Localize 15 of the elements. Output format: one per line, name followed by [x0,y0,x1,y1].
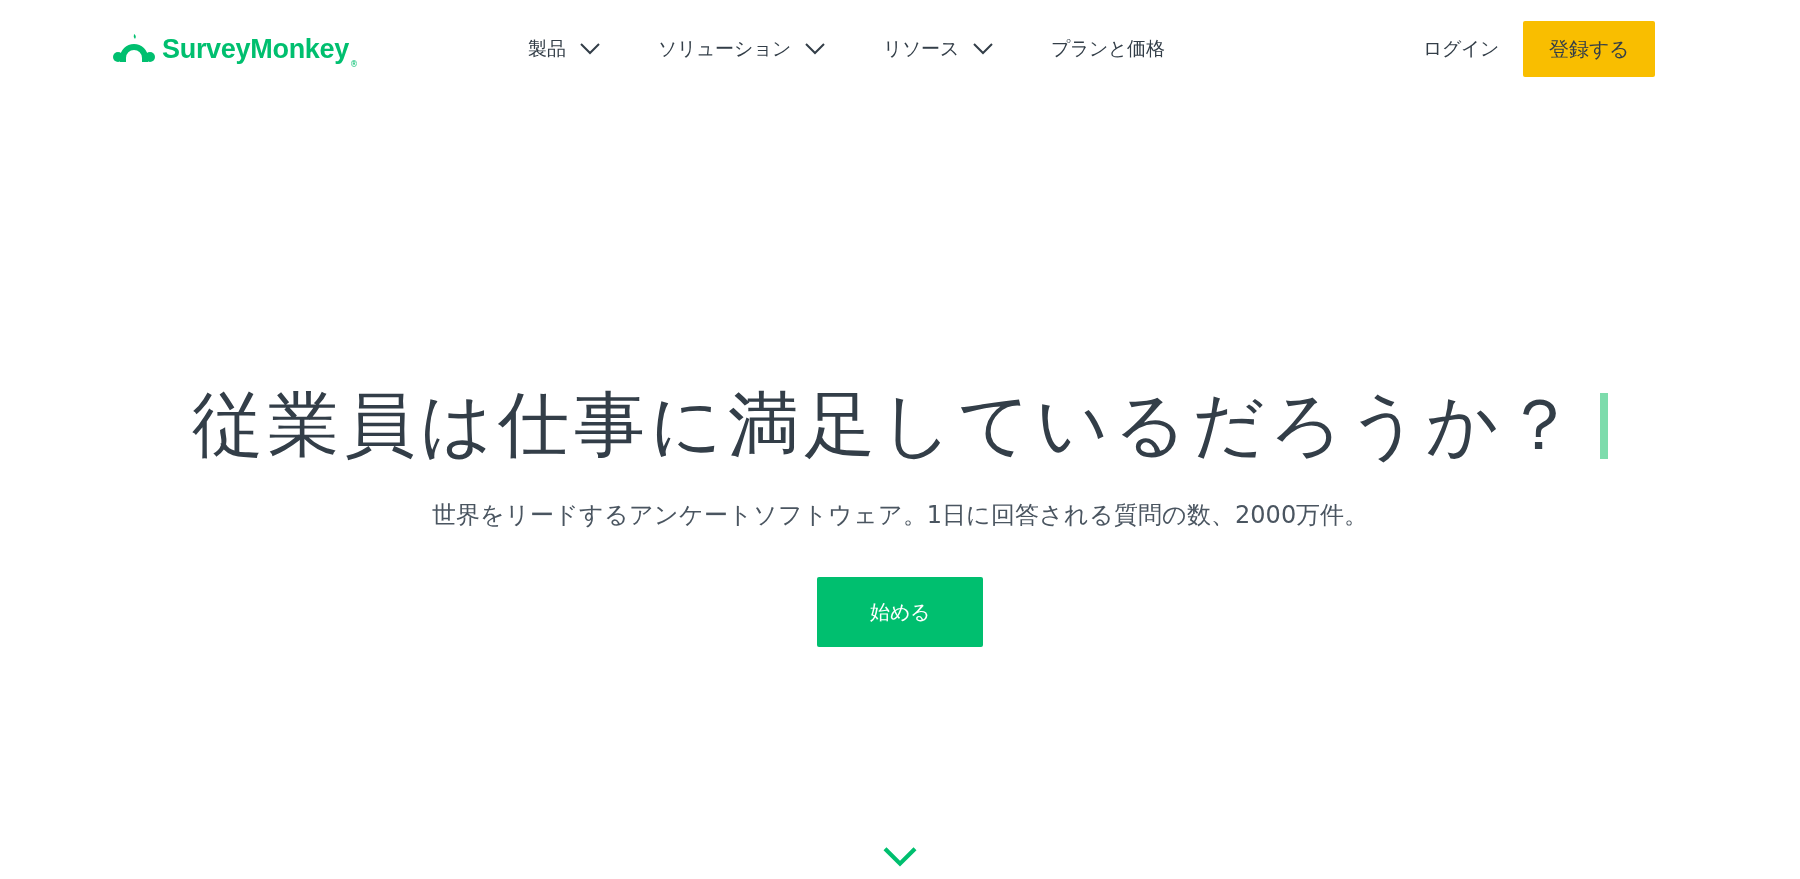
nav-link[interactable]: ソリューション [658,36,825,62]
chevron-down-icon [973,43,993,55]
text-cursor [1600,392,1608,459]
signup-button[interactable]: 登録する [1523,21,1655,77]
chevron-down-icon [580,43,600,55]
chevron-down-icon [805,43,825,55]
nav-link[interactable]: プランと価格 [1051,36,1165,62]
scroll-down-chevron-icon [883,847,917,867]
subtitle: 世界をリードするアンケートソフトウェア。1日に回答される質問の数、2000万件。 [431,500,1369,531]
headline: 従業員は仕事に満足しているだろうか？ [192,382,1580,468]
registered-mark: ® [350,59,358,69]
nav-link[interactable]: リソース [883,36,993,62]
logo-wordmark: SurveyMonkey [162,33,349,65]
nav-link[interactable]: 製品 [528,36,600,62]
login-link[interactable]: ログイン [1423,36,1499,62]
